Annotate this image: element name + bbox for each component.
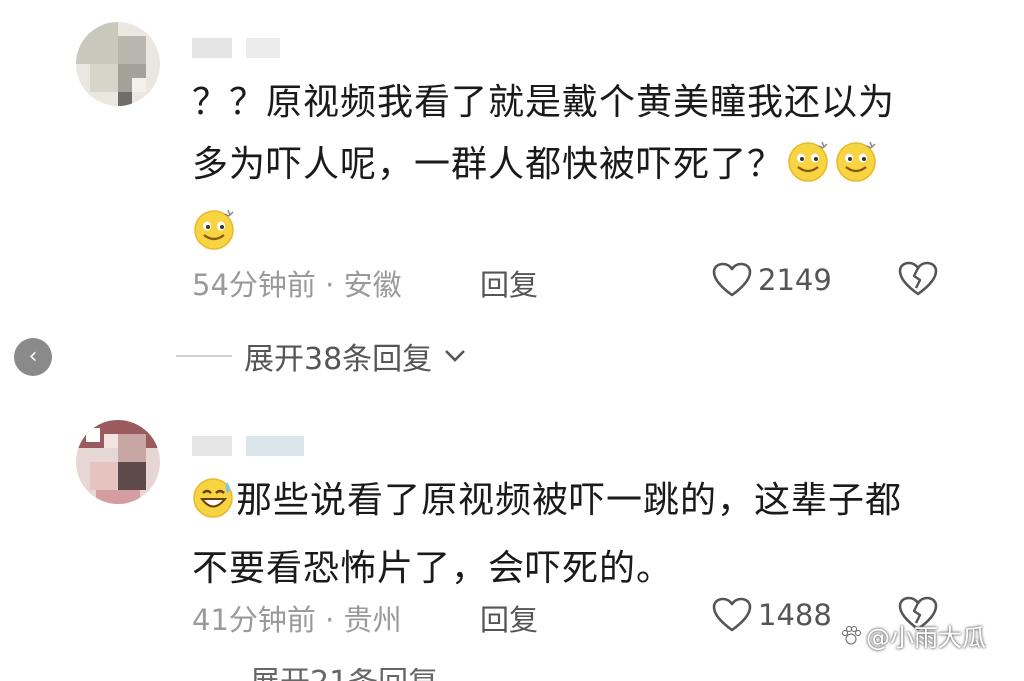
expand-replies-label: 展开38条回复 [244,342,433,377]
like-count: 2149 [758,263,832,297]
heart-icon [712,262,752,297]
meta-separator: · [325,603,335,637]
reply-button[interactable]: 回复 [480,262,538,304]
comment-text-segment: 那些说看了原视频被吓一跳的，这辈子都 [236,480,903,521]
divider-line [176,355,232,357]
comment-text: 那些说看了原视频被吓一跳的，这辈子都 不要看恐怖片了，会吓死的。 [192,470,932,600]
username-blurred[interactable] [192,436,304,456]
reply-button[interactable]: 回复 [480,597,538,639]
chevron-down-icon [445,350,466,362]
comment-text-segment: 多为吓人呢，一群人都快被吓死了？ [192,144,785,185]
watermark: @小雨大瓜 [840,618,986,653]
like-count: 1488 [758,598,832,632]
comment-text-line: 多为吓人呢，一群人都快被吓死了？ [192,134,932,202]
like-button[interactable]: 2149 [712,262,832,298]
username-blurred[interactable] [192,38,280,58]
meta-time-location: 41分钟前 · 贵州 [192,597,402,639]
meta-separator: · [325,268,335,302]
comment-text-line [192,202,932,270]
watermark-text: @小雨大瓜 [866,624,986,652]
comment-item: ？？原视频我看了就是戴个黄美瞳我还以为 多为吓人呢，一群人都快被吓死了？ 54分… [0,0,1024,390]
smile-sweat-emoji-icon [192,206,238,270]
comment-text-line: 那些说看了原视频被吓一跳的，这辈子都 [192,470,932,538]
smile-sweat-emoji-icon [834,138,880,202]
like-button[interactable]: 1488 [712,597,832,633]
comment-meta: 54分钟前 · 安徽 回复 2149 [192,260,1024,305]
comment-time: 41分钟前 [192,603,316,637]
dislike-button[interactable] [898,260,938,305]
avatar[interactable] [76,420,160,504]
heart-icon [712,597,752,632]
comment-text: ？？原视频我看了就是戴个黄美瞳我还以为 多为吓人呢，一群人都快被吓死了？ [192,72,932,270]
grin-sweat-emoji-icon [192,476,236,538]
comment-location: 贵州 [343,603,402,637]
paw-icon [842,625,861,644]
comment-text-line: ？？原视频我看了就是戴个黄美瞳我还以为 [192,82,896,123]
comment-text-line: 不要看恐怖片了，会吓死的。 [192,548,674,589]
avatar[interactable] [76,22,160,106]
comment-time: 54分钟前 [192,268,316,302]
expand-replies-label-partial[interactable]: 展开21条回复 [250,668,438,681]
expand-replies-button[interactable]: 展开38条回复 [176,334,466,378]
comment-location: 安徽 [343,268,402,302]
smile-sweat-emoji-icon [786,138,832,202]
broken-heart-icon [898,261,938,296]
meta-time-location: 54分钟前 · 安徽 [192,262,402,304]
